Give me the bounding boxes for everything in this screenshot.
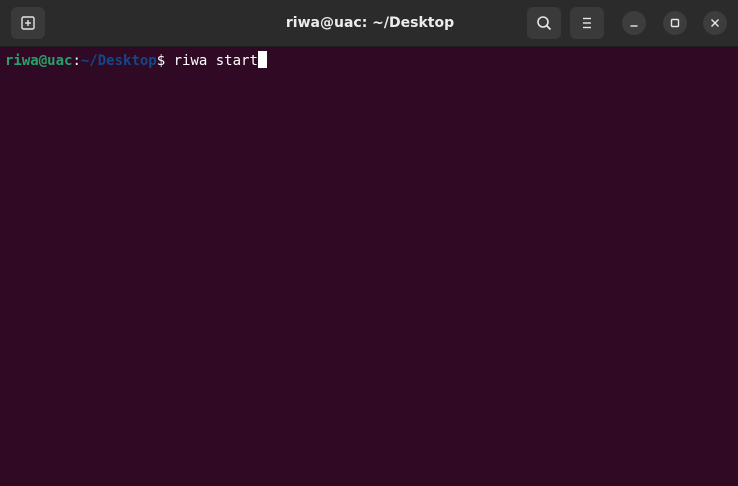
prompt-symbol: $ <box>156 53 174 69</box>
scrollbar[interactable] <box>728 47 738 486</box>
prompt-separator: : <box>72 53 81 69</box>
minimize-icon <box>630 25 638 27</box>
hamburger-menu-icon <box>583 17 591 29</box>
prompt-user: riwa@uac <box>5 53 73 69</box>
new-tab-button[interactable] <box>11 7 45 39</box>
maximize-icon <box>670 18 680 28</box>
search-button[interactable] <box>527 7 561 39</box>
title-bar[interactable]: riwa@uac: ~/Desktop <box>0 0 738 47</box>
minimize-button[interactable] <box>622 11 646 35</box>
search-icon <box>537 16 551 30</box>
menu-button[interactable] <box>570 7 604 39</box>
typed-command: riwa start <box>173 53 258 69</box>
close-icon <box>711 19 719 27</box>
prompt-path: ~/Desktop <box>80 53 157 69</box>
command-line[interactable]: riwa@uac:~/Desktop$ riwa start <box>5 51 267 70</box>
new-tab-icon <box>21 16 35 30</box>
window-title: riwa@uac: ~/Desktop <box>285 15 455 31</box>
close-button[interactable] <box>703 11 727 35</box>
terminal-window: riwa@uac: ~/Desktop riwa@uac:~/Desktop$ … <box>0 0 738 486</box>
maximize-button[interactable] <box>663 11 687 35</box>
text-cursor <box>257 51 267 68</box>
terminal-area[interactable] <box>0 47 728 486</box>
